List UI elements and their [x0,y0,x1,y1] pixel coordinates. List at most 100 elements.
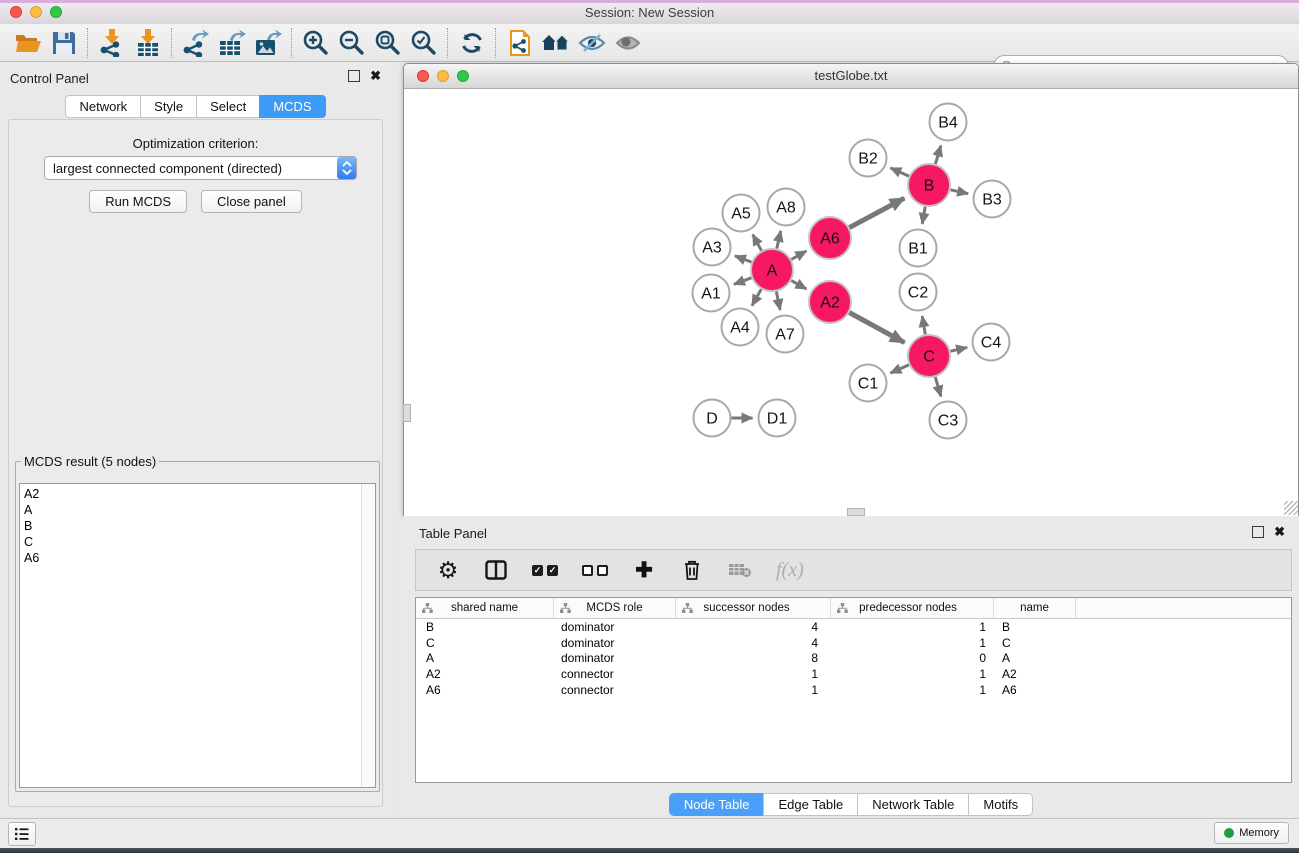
table-row[interactable]: Cdominator41C [416,635,1291,651]
import-network-icon[interactable] [94,27,130,59]
edge-C-C2[interactable] [922,316,925,334]
graph-node-A8[interactable]: A8 [768,189,805,226]
deselect-all-icon[interactable]: ✓✓ [582,555,608,585]
edge-A-A3[interactable] [735,256,752,262]
mcds-result-list[interactable]: A2ABCA6 [19,483,376,788]
graph-node-A[interactable]: A [751,249,793,291]
edge-A2-C[interactable] [849,313,904,343]
mcds-result-item[interactable]: B [24,518,375,534]
edge-A-A6[interactable] [791,251,806,259]
edge-A6-B[interactable] [849,198,904,227]
network-window-titlebar[interactable]: testGlobe.txt [404,64,1298,89]
open-session-icon[interactable] [10,27,46,59]
column-header-predecessor-nodes[interactable]: predecessor nodes [831,598,994,618]
graph-node-D1[interactable]: D1 [759,400,796,437]
column-header-MCDS-role[interactable]: MCDS role [554,598,676,618]
graph-node-B[interactable]: B [908,164,950,206]
graph-node-C[interactable]: C [908,335,950,377]
column-header-successor-nodes[interactable]: successor nodes [676,598,831,618]
graph-node-B2[interactable]: B2 [850,140,887,177]
delete-table-icon[interactable] [728,555,752,585]
mcds-result-item[interactable]: A2 [24,486,375,502]
tab-edge-table[interactable]: Edge Table [763,793,857,816]
close-panel-icon[interactable]: ✖ [1274,527,1285,537]
tab-mcds[interactable]: MCDS [259,95,325,118]
network-file-icon[interactable] [502,27,538,59]
export-table-icon[interactable] [214,27,250,59]
edge-B-B2[interactable] [890,168,909,176]
edge-A-A2[interactable] [791,281,806,289]
graph-node-A5[interactable]: A5 [723,195,760,232]
select-all-icon[interactable]: ✓✓ [532,555,558,585]
mcds-result-item[interactable]: A [24,502,375,518]
mcds-result-item[interactable]: C [24,534,375,550]
table-row[interactable]: Adominator80A [416,650,1291,666]
edge-B-B3[interactable] [951,190,969,194]
scrollbar-track[interactable] [361,484,375,787]
edge-C-C3[interactable] [935,377,941,396]
splitter-grip[interactable] [847,508,865,516]
close-panel-button[interactable]: Close panel [201,190,302,213]
network-graph[interactable]: AA1A2A3A4A5A6A7A8BB1B2B3B4CC1C2C3C4DD1 [404,89,1298,516]
column-header-name[interactable]: name [994,598,1076,618]
export-network-icon[interactable] [178,27,214,59]
run-mcds-button[interactable]: Run MCDS [89,190,187,213]
float-panel-icon[interactable] [348,70,360,82]
graph-node-A3[interactable]: A3 [694,229,731,266]
resize-corner[interactable] [1284,501,1298,515]
graph-node-A6[interactable]: A6 [809,217,851,259]
zoom-in-icon[interactable] [298,27,334,59]
task-history-button[interactable] [8,822,36,846]
graph-node-C4[interactable]: C4 [973,324,1010,361]
tab-motifs[interactable]: Motifs [968,793,1033,816]
graph-node-C2[interactable]: C2 [900,274,937,311]
graph-node-C1[interactable]: C1 [850,365,887,402]
edge-A-A1[interactable] [734,278,752,285]
hide-eye-icon[interactable] [574,27,610,59]
graph-node-B1[interactable]: B1 [900,230,937,267]
table-row[interactable]: A6connector11A6 [416,682,1291,698]
graph-node-A2[interactable]: A2 [809,281,851,323]
tab-node-table[interactable]: Node Table [669,793,764,816]
edge-C-C1[interactable] [890,365,909,373]
mcds-result-item[interactable]: A6 [24,550,375,566]
float-panel-icon[interactable] [1252,526,1264,538]
criterion-select[interactable]: largest connected component (directed) [44,156,357,180]
home-networks-icon[interactable] [538,27,574,59]
memory-button[interactable]: Memory [1214,822,1289,844]
zoom-selected-icon[interactable] [406,27,442,59]
network-canvas[interactable]: AA1A2A3A4A5A6A7A8BB1B2B3B4CC1C2C3C4DD1 [404,89,1298,516]
node-table[interactable]: shared nameMCDS rolesuccessor nodesprede… [415,597,1292,783]
edge-A-A8[interactable] [777,231,781,249]
close-panel-icon[interactable]: ✖ [370,71,381,81]
zoom-out-icon[interactable] [334,27,370,59]
tab-network[interactable]: Network [65,95,140,118]
refresh-layout-icon[interactable] [454,27,490,59]
tab-select[interactable]: Select [196,95,259,118]
graph-node-A7[interactable]: A7 [767,316,804,353]
edge-B-B4[interactable] [935,146,941,164]
tab-network-table[interactable]: Network Table [857,793,968,816]
show-columns-icon[interactable] [484,555,508,585]
edge-C-C4[interactable] [951,347,968,351]
zoom-fit-icon[interactable] [370,27,406,59]
edge-B-B1[interactable] [922,207,925,224]
add-column-icon[interactable]: ✚ [632,555,656,585]
graph-node-B4[interactable]: B4 [930,104,967,141]
save-session-icon[interactable] [46,27,82,59]
graph-node-A1[interactable]: A1 [693,275,730,312]
edge-A-A4[interactable] [752,289,761,305]
delete-column-icon[interactable] [680,555,704,585]
splitter-grip[interactable] [403,404,411,422]
show-eye-icon[interactable] [610,27,646,59]
column-header-shared-name[interactable]: shared name [416,598,554,618]
table-settings-icon[interactable]: ⚙ [436,555,460,585]
graph-node-A4[interactable]: A4 [722,309,759,346]
edge-A-A7[interactable] [776,292,780,310]
import-table-icon[interactable] [130,27,166,59]
edge-A-A5[interactable] [753,235,762,251]
export-image-icon[interactable] [250,27,286,59]
graph-node-C3[interactable]: C3 [930,402,967,439]
graph-node-D[interactable]: D [694,400,731,437]
tab-style[interactable]: Style [140,95,196,118]
